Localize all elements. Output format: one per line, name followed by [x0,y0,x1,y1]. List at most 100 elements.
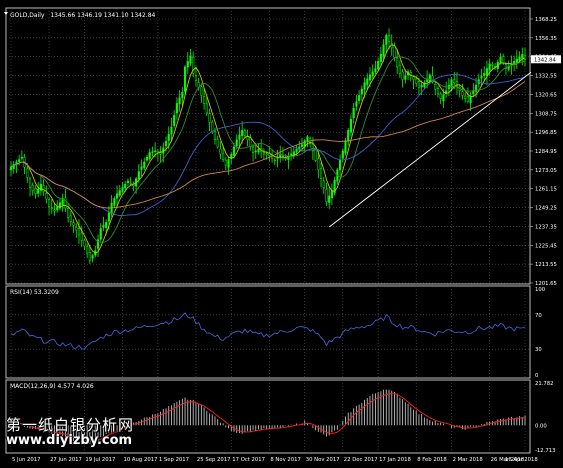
candle-body [412,76,415,80]
candle-body [347,130,350,142]
rsi-axis-label: 100 [535,287,546,293]
candle-body [151,151,154,153]
date-axis-label: 5 Jun 2017 [12,457,41,463]
candle-body [107,212,110,222]
macd-title: MACD(12,26,9) 4.577 4.026 [10,383,94,390]
candle-body [53,209,56,212]
candle-body [173,115,176,126]
candle-body [129,183,132,185]
candle-body [72,222,75,226]
price-axis-label: 1332.55 [535,74,557,80]
candle-body [88,251,91,261]
candle-body [241,130,244,136]
date-axis-label: 17 Oct 2017 [232,457,265,463]
candle-body [219,148,222,155]
chart-root: GOLD,Daily 1345.66 1346.19 1341.10 1342.… [0,0,563,468]
price-axis-label: 1273.05 [535,168,557,174]
date-axis-label: 18 Apr 2018 [505,457,538,463]
date-axis-label: 30 Nov 2017 [306,457,340,463]
candle-body [393,45,396,58]
candle-body [322,180,325,188]
candle-body [145,157,149,161]
candle-body [502,56,505,64]
candle-body [306,136,309,142]
current-price-label: 1342.84 [534,57,557,63]
candle-body [86,246,89,254]
candle-body [265,153,268,156]
candle-body [203,96,206,104]
date-axis-label: 25 Sep 2017 [197,457,231,463]
candle-body [137,171,140,180]
candle-body [251,146,255,153]
candle-body [273,159,276,162]
candle-body [374,68,377,73]
candle-body [113,198,116,206]
candle-body [50,207,53,210]
date-axis-label: 8 Feb 2018 [417,457,447,463]
price-axis-label: 1368.25 [535,17,557,23]
candle-body [175,103,178,114]
candle-body [339,160,342,171]
candle-body [491,64,494,66]
date-axis-label: 19 Jul 2017 [85,457,115,463]
candle-body [371,71,374,77]
candle-body [69,215,72,222]
macd-axis-label: -12.713 [535,448,555,454]
candle-body [143,161,146,169]
candle-body [208,113,211,123]
candle-body [64,197,67,209]
candle-body [355,101,358,107]
candle-body [442,94,445,102]
date-axis-label: 2 Mar 2018 [453,457,484,463]
rsi-axis-label: 70 [535,313,542,319]
candle-body [200,86,203,96]
candle-body [417,81,420,88]
date-axis-label: 10 Aug 2017 [124,457,158,463]
candle-body [48,199,51,207]
date-axis-label: 17 Jan 2018 [379,457,411,463]
candle-body [105,221,108,228]
macd-axis-label: 0.00 [535,423,547,429]
candle-body [485,68,488,76]
candle-body [9,166,13,171]
candle-body [480,76,483,79]
candle-body [238,134,241,140]
candle-body [156,151,159,153]
candle-body [75,226,78,231]
candle-body [224,159,227,166]
price-axis-label: 1308.75 [535,111,557,117]
macd-axis-label: 21.782 [535,381,554,387]
price-axis-label: 1237.35 [535,224,557,230]
candle-body [521,54,524,59]
candle-body [249,137,252,147]
candle-body [262,152,265,155]
candle-body [483,73,486,76]
candle-body [80,232,83,241]
candle-body [358,95,361,101]
candle-body [178,97,181,105]
candle-body [121,187,124,192]
candle-body [213,130,217,141]
candle-body [360,88,363,95]
candle-body [116,193,119,199]
candle-body [387,35,391,42]
candle-body [211,121,214,132]
candle-body [404,75,407,80]
candle-body [382,44,385,57]
candle-body [314,148,317,161]
candle-body [466,96,469,103]
candle-body [126,180,130,184]
candle-body [415,78,418,84]
candle-body [420,84,423,88]
price-axis-label: 1320.65 [535,92,557,98]
rsi-axis-label: 30 [535,347,542,353]
candle-body [377,61,380,70]
candle-body [246,136,249,141]
candle-body [91,255,94,259]
candle-body [99,228,102,240]
candle-body [401,71,404,80]
candle-body [181,92,184,99]
date-axis-label: 22 Dec 2017 [344,457,378,463]
candle-body [398,64,401,74]
date-axis-label: 1 Sep 2017 [159,457,189,463]
